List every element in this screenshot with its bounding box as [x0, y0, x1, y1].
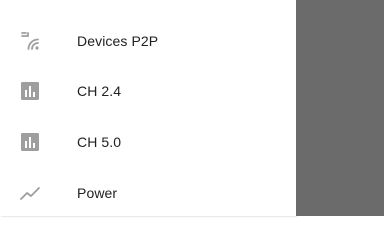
wifi-p2p-icon — [18, 29, 42, 53]
drawer-item-label: CH 2.4 — [77, 83, 122, 99]
drawer-item-ch-5-0[interactable]: CH 5.0 — [0, 122, 296, 162]
drawer-item-label: CH 5.0 — [77, 134, 122, 150]
drawer-item-power[interactable]: Power — [0, 173, 296, 213]
bar-chart-icon — [18, 130, 42, 154]
bar-chart-icon — [18, 79, 42, 103]
app-root: Devices P2P CH 2.4 CH 5.0 Power — [0, 0, 384, 216]
drawer-scrim[interactable] — [296, 0, 384, 216]
drawer-item-ch-2-4[interactable]: CH 2.4 — [0, 71, 296, 111]
navigation-drawer: Devices P2P CH 2.4 CH 5.0 Power — [0, 0, 296, 216]
trending-line-icon — [18, 181, 42, 205]
drawer-item-devices-p2p[interactable]: Devices P2P — [0, 21, 296, 61]
drawer-item-label: Devices P2P — [77, 33, 159, 49]
drawer-item-label: Power — [77, 185, 118, 201]
